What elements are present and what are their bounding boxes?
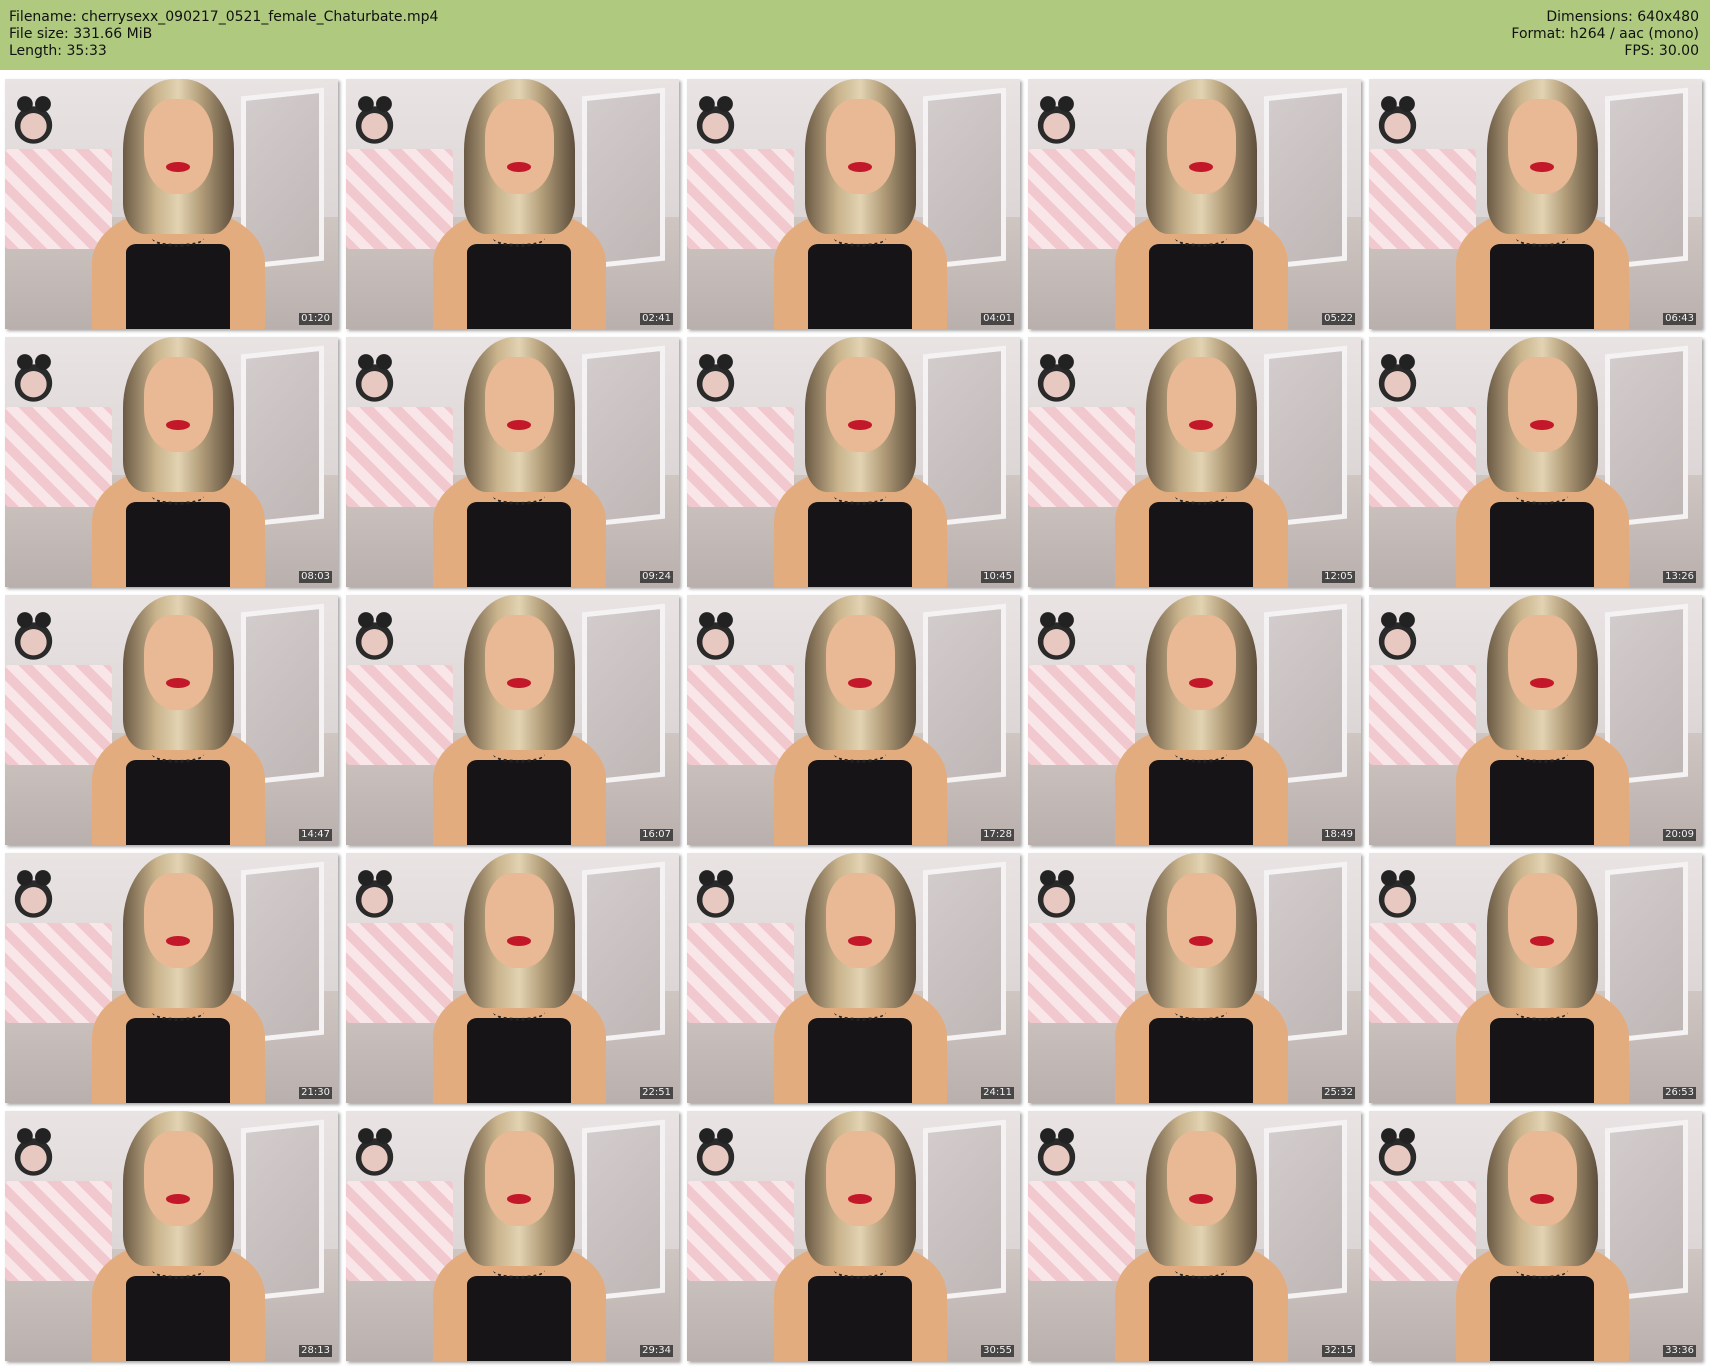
frame-timestamp: 05:22 xyxy=(1322,313,1355,325)
filename-label: Filename: cherrysexx_090217_0521_female_… xyxy=(9,9,439,25)
video-frame-thumbnail[interactable]: 01:20 xyxy=(5,79,338,329)
frame-image xyxy=(687,595,1020,845)
frame-image xyxy=(5,595,338,845)
video-frame-thumbnail[interactable]: 04:01 xyxy=(687,79,1020,329)
video-frame-thumbnail[interactable]: 12:05 xyxy=(1028,337,1361,587)
frame-image xyxy=(1028,1111,1361,1361)
frame-timestamp: 14:47 xyxy=(299,829,332,841)
frame-image xyxy=(1369,79,1702,329)
frame-timestamp: 13:26 xyxy=(1663,571,1696,583)
frame-image xyxy=(1028,853,1361,1103)
frame-image xyxy=(1369,337,1702,587)
video-frame-thumbnail[interactable]: 26:53 xyxy=(1369,853,1702,1103)
length-label: Length: 35:33 xyxy=(9,43,107,59)
video-info-header: Filename: cherrysexx_090217_0521_female_… xyxy=(0,0,1710,70)
frame-timestamp: 22:51 xyxy=(640,1087,673,1099)
video-frame-thumbnail[interactable]: 18:49 xyxy=(1028,595,1361,845)
header-right-info: Dimensions: 640x480 Format: h264 / aac (… xyxy=(1511,9,1699,60)
frame-image xyxy=(687,1111,1020,1361)
video-frame-thumbnail[interactable]: 32:15 xyxy=(1028,1111,1361,1361)
frame-timestamp: 04:01 xyxy=(981,313,1014,325)
frame-timestamp: 20:09 xyxy=(1663,829,1696,841)
video-frame-thumbnail[interactable]: 14:47 xyxy=(5,595,338,845)
frame-timestamp: 24:11 xyxy=(981,1087,1014,1099)
video-frame-thumbnail[interactable]: 30:55 xyxy=(687,1111,1020,1361)
frame-image xyxy=(1369,853,1702,1103)
frame-timestamp: 06:43 xyxy=(1663,313,1696,325)
frame-timestamp: 16:07 xyxy=(640,829,673,841)
frame-image xyxy=(687,337,1020,587)
frame-timestamp: 29:34 xyxy=(640,1345,673,1357)
video-frame-thumbnail[interactable]: 13:26 xyxy=(1369,337,1702,587)
frame-image xyxy=(687,79,1020,329)
frame-timestamp: 28:13 xyxy=(299,1345,332,1357)
frame-timestamp: 08:03 xyxy=(299,571,332,583)
frame-image xyxy=(1369,595,1702,845)
thumbnail-grid: 01:20 02:41 04:01 05:22 06:43 08:03 09:24 10:45… xyxy=(5,79,1705,1364)
frame-image xyxy=(346,79,679,329)
frame-timestamp: 10:45 xyxy=(981,571,1014,583)
video-frame-thumbnail[interactable]: 25:32 xyxy=(1028,853,1361,1103)
frame-image xyxy=(5,1111,338,1361)
frame-timestamp: 25:32 xyxy=(1322,1087,1355,1099)
dimensions-label: Dimensions: 640x480 xyxy=(1546,9,1699,25)
frame-timestamp: 33:36 xyxy=(1663,1345,1696,1357)
frame-image xyxy=(687,853,1020,1103)
video-frame-thumbnail[interactable]: 17:28 xyxy=(687,595,1020,845)
frame-timestamp: 09:24 xyxy=(640,571,673,583)
frame-image xyxy=(1028,337,1361,587)
frame-timestamp: 17:28 xyxy=(981,829,1014,841)
video-frame-thumbnail[interactable]: 05:22 xyxy=(1028,79,1361,329)
frame-timestamp: 30:55 xyxy=(981,1345,1014,1357)
fps-label: FPS: 30.00 xyxy=(1624,43,1699,59)
frame-image xyxy=(1369,1111,1702,1361)
video-frame-thumbnail[interactable]: 02:41 xyxy=(346,79,679,329)
frame-timestamp: 18:49 xyxy=(1322,829,1355,841)
frame-timestamp: 12:05 xyxy=(1322,571,1355,583)
video-frame-thumbnail[interactable]: 22:51 xyxy=(346,853,679,1103)
video-frame-thumbnail[interactable]: 28:13 xyxy=(5,1111,338,1361)
frame-image xyxy=(1028,595,1361,845)
frame-image xyxy=(5,79,338,329)
video-frame-thumbnail[interactable]: 10:45 xyxy=(687,337,1020,587)
format-label: Format: h264 / aac (mono) xyxy=(1511,26,1699,42)
video-frame-thumbnail[interactable]: 09:24 xyxy=(346,337,679,587)
frame-timestamp: 26:53 xyxy=(1663,1087,1696,1099)
video-frame-thumbnail[interactable]: 06:43 xyxy=(1369,79,1702,329)
frame-image xyxy=(346,337,679,587)
frame-image xyxy=(346,1111,679,1361)
frame-image xyxy=(346,595,679,845)
video-frame-thumbnail[interactable]: 29:34 xyxy=(346,1111,679,1361)
header-left-info: Filename: cherrysexx_090217_0521_female_… xyxy=(9,9,438,60)
frame-image xyxy=(1028,79,1361,329)
filesize-label: File size: 331.66 MiB xyxy=(9,26,153,42)
frame-timestamp: 32:15 xyxy=(1322,1345,1355,1357)
video-frame-thumbnail[interactable]: 16:07 xyxy=(346,595,679,845)
video-frame-thumbnail[interactable]: 24:11 xyxy=(687,853,1020,1103)
frame-timestamp: 01:20 xyxy=(299,313,332,325)
video-frame-thumbnail[interactable]: 21:30 xyxy=(5,853,338,1103)
frame-timestamp: 02:41 xyxy=(640,313,673,325)
frame-image xyxy=(346,853,679,1103)
frame-image xyxy=(5,853,338,1103)
frame-image xyxy=(5,337,338,587)
video-frame-thumbnail[interactable]: 20:09 xyxy=(1369,595,1702,845)
video-frame-thumbnail[interactable]: 33:36 xyxy=(1369,1111,1702,1361)
frame-timestamp: 21:30 xyxy=(299,1087,332,1099)
video-frame-thumbnail[interactable]: 08:03 xyxy=(5,337,338,587)
